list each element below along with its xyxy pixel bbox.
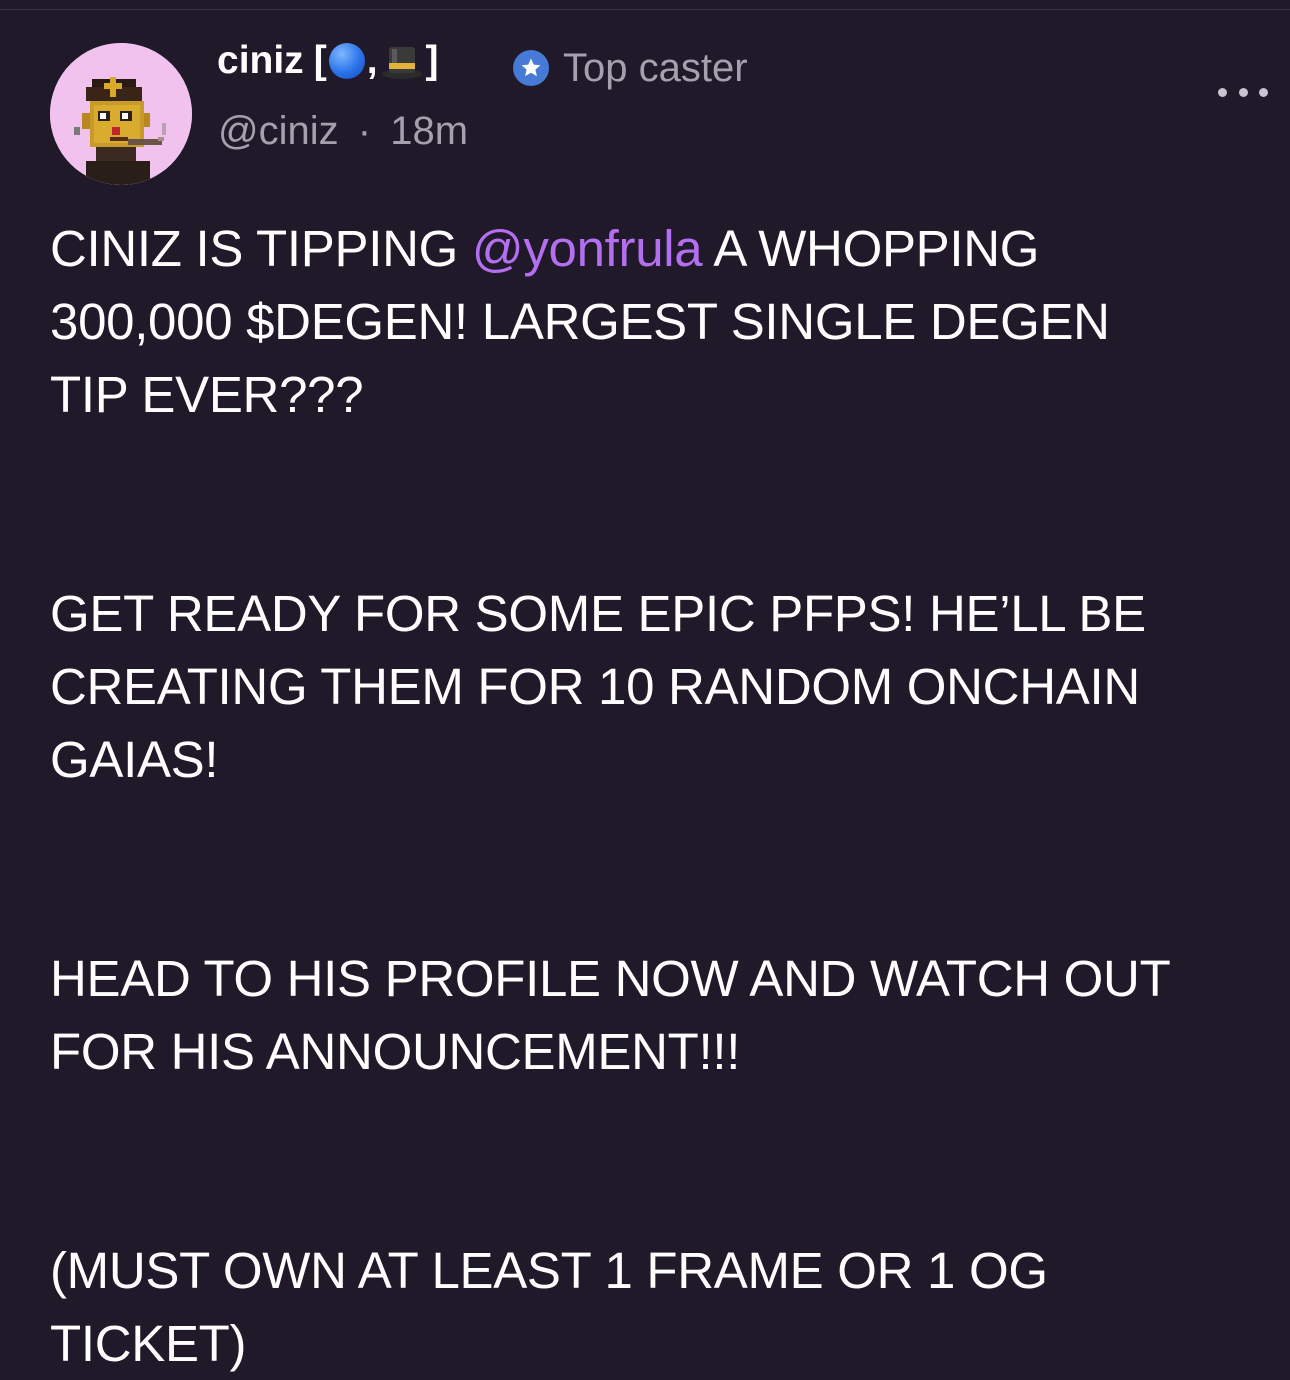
name-bracket-open: [ — [313, 39, 327, 82]
blue-circle-emoji-icon — [328, 43, 365, 79]
cast-line: 300,000 $DEGEN! LARGEST SINGLE DEGEN — [50, 293, 1110, 350]
cast-line-text: CINIZ IS TIPPING — [50, 220, 472, 277]
more-horizontal-icon-dot — [1238, 87, 1248, 97]
name-separator: , — [366, 39, 378, 82]
cast-line: HEAD TO HIS PROFILE NOW AND WATCH OUT — [50, 950, 1171, 1007]
top-hat-emoji-icon — [381, 47, 422, 79]
pixel-art-avatar-image — [50, 43, 192, 185]
more-horizontal-icon — [1218, 87, 1227, 97]
star-badge-icon — [513, 50, 549, 86]
cast-body: CINIZ IS TIPPING @yonfrula A WHOPPING 30… — [50, 212, 1250, 1380]
more-horizontal-icon-dot — [1259, 87, 1268, 97]
author-name-text: ciniz — [217, 39, 304, 82]
top-caster-badge[interactable]: Top caster — [513, 48, 748, 88]
cast-line: GAIAS! — [50, 731, 219, 788]
cast-line: (MUST OWN AT LEAST 1 FRAME OR 1 OG — [50, 1242, 1048, 1299]
author-display-name[interactable]: ciniz [ , ] — [217, 38, 439, 84]
cast-card[interactable]: ciniz [ , ] Top caster @ciniz · 18m CINI… — [0, 0, 1290, 1372]
cast-line: CREATING THEM FOR 10 RANDOM ONCHAIN — [50, 658, 1140, 715]
badge-label: Top caster — [563, 46, 748, 90]
avatar[interactable] — [50, 43, 192, 185]
more-options-button[interactable] — [1218, 80, 1268, 104]
meta-separator: · — [357, 109, 372, 153]
cast-line: FOR HIS ANNOUNCEMENT!!! — [50, 1023, 741, 1080]
cast-line: TIP EVER??? — [50, 366, 364, 423]
name-bracket-close: ] — [425, 39, 439, 82]
cast-line: TICKET) — [50, 1315, 247, 1372]
cast-timestamp[interactable]: 18m — [390, 109, 468, 153]
cast-line: CINIZ IS TIPPING @yonfrula A WHOPPING — [50, 212, 1250, 285]
cast-line: GET READY FOR SOME EPIC PFPS! HE’LL BE — [50, 585, 1146, 642]
author-meta: @ciniz · 18m — [218, 108, 468, 154]
author-handle[interactable]: @ciniz — [218, 109, 339, 153]
cast-line-text: A WHOPPING — [702, 220, 1040, 277]
mention-link[interactable]: @yonfrula — [472, 220, 703, 277]
